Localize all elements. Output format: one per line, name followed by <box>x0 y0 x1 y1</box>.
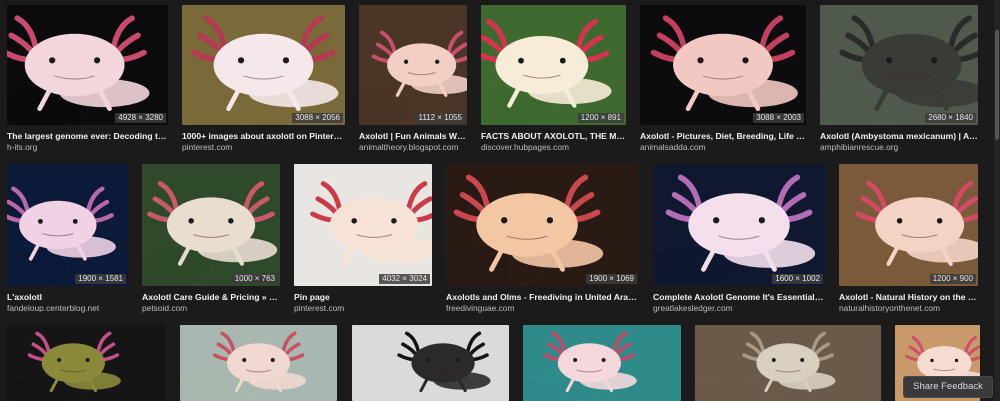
result-thumbnail[interactable]: 2680 × 1840 <box>820 5 978 125</box>
axolotl-image-icon <box>182 5 345 125</box>
image-dimensions-badge: 1112 × 1055 <box>415 113 465 123</box>
axolotl-image-icon <box>839 164 978 286</box>
image-dimensions-badge: 3088 × 2056 <box>292 113 343 123</box>
axolotl-image-icon <box>180 325 337 401</box>
image-dimensions-badge: 2680 × 1840 <box>925 113 976 123</box>
scrollbar-thumb[interactable] <box>995 30 999 140</box>
result-thumbnail[interactable]: 1200 × 891 <box>481 5 626 125</box>
axolotl-image-icon <box>7 5 168 125</box>
result-thumbnail[interactable]: 1200 × 900 <box>839 164 978 286</box>
image-dimensions-badge: 1000 × 763 <box>231 274 278 284</box>
result-thumbnail[interactable]: 4928 × 3280 <box>7 5 168 125</box>
result-thumbnail[interactable] <box>7 325 165 401</box>
result-thumbnail[interactable]: 1000 × 763 <box>142 164 280 286</box>
axolotl-image-icon <box>142 164 280 286</box>
result-source-link[interactable]: greatlakesledger.com <box>653 303 733 314</box>
result-title-link[interactable]: Axolotl (Ambystoma mexicanum) | Am... <box>820 131 978 142</box>
result-title-link[interactable]: Axolotl Care Guide & Pricing » Pe... <box>142 292 280 303</box>
result-title-link[interactable]: 1000+ images about axolotl on Pinteres..… <box>182 131 345 142</box>
image-results-grid: 4928 × 3280 The largest genome ever: Deco… <box>0 0 1000 401</box>
result-source-link[interactable]: amphibianrescue.org <box>820 142 898 153</box>
axolotl-image-icon <box>294 164 432 286</box>
result-thumbnail[interactable] <box>695 325 881 401</box>
axolotl-image-icon <box>523 325 681 401</box>
result-thumbnail[interactable]: 1900 × 1069 <box>446 164 639 286</box>
image-dimensions-badge: 4032 × 3024 <box>379 274 430 284</box>
result-title-link[interactable]: Pin page <box>294 292 432 303</box>
result-thumbnail[interactable]: 1600 × 1002 <box>653 164 825 286</box>
image-dimensions-badge: 1600 × 1002 <box>772 274 823 284</box>
image-dimensions-badge: 3088 × 2003 <box>753 113 804 123</box>
result-title-link[interactable]: Axolotl - Natural History on the Net <box>839 292 978 303</box>
axolotl-image-icon <box>695 325 881 401</box>
result-thumbnail[interactable]: 3088 × 2003 <box>640 5 806 125</box>
result-thumbnail[interactable] <box>180 325 337 401</box>
axolotl-image-icon <box>359 5 467 125</box>
result-source-link[interactable]: pinterest.com <box>294 303 344 314</box>
result-thumbnail[interactable]: 3088 × 2056 <box>182 5 345 125</box>
axolotl-image-icon <box>640 5 806 125</box>
result-title-link[interactable]: Complete Axolotl Genome It's Essential T… <box>653 292 825 303</box>
result-source-link[interactable]: fandeloup.centerblog.net <box>7 303 99 314</box>
axolotl-image-icon <box>7 325 165 401</box>
image-dimensions-badge: 1200 × 900 <box>929 274 976 284</box>
result-thumbnail[interactable]: 4032 × 3024 <box>294 164 432 286</box>
axolotl-image-icon <box>820 5 978 125</box>
result-source-link[interactable]: animalsadda.com <box>640 142 706 153</box>
result-source-link[interactable]: pinterest.com <box>182 142 232 153</box>
result-thumbnail[interactable]: 1900 × 1581 <box>7 164 128 286</box>
axolotl-image-icon <box>446 164 639 286</box>
image-dimensions-badge: 4928 × 3280 <box>115 113 166 123</box>
result-thumbnail[interactable] <box>352 325 509 401</box>
image-dimensions-badge: 1200 × 891 <box>577 113 624 123</box>
result-source-link[interactable]: h-its.org <box>7 142 37 153</box>
axolotl-image-icon <box>352 325 509 401</box>
axolotl-image-icon <box>481 5 626 125</box>
result-source-link[interactable]: petsoid.com <box>142 303 187 314</box>
result-title-link[interactable]: Axolotl - Pictures, Diet, Breeding, Life… <box>640 131 806 142</box>
axolotl-image-icon <box>7 164 128 286</box>
result-title-link[interactable]: FACTS ABOUT AXOLOTL, THE ME... <box>481 131 626 142</box>
result-source-link[interactable]: discover.hubpages.com <box>481 142 569 153</box>
result-title-link[interactable]: Axolotls and Olms - Freediving in United… <box>446 292 639 303</box>
result-title-link[interactable]: Axolotl | Fun Animals Wiki... <box>359 131 467 142</box>
share-feedback-button[interactable]: Share Feedback <box>903 376 993 398</box>
result-source-link[interactable]: freedivinguae.com <box>446 303 514 314</box>
result-source-link[interactable]: naturalhistoryonthenet.com <box>839 303 940 314</box>
result-source-link[interactable]: animaltheory.blogspot.com <box>359 142 458 153</box>
result-title-link[interactable]: L'axolotl <box>7 292 128 303</box>
result-thumbnail[interactable] <box>523 325 681 401</box>
result-thumbnail[interactable]: 1112 × 1055 <box>359 5 467 125</box>
result-title-link[interactable]: The largest genome ever: Decoding th... <box>7 131 168 142</box>
image-dimensions-badge: 1900 × 1069 <box>586 274 637 284</box>
axolotl-image-icon <box>653 164 825 286</box>
image-dimensions-badge: 1900 × 1581 <box>75 274 126 284</box>
